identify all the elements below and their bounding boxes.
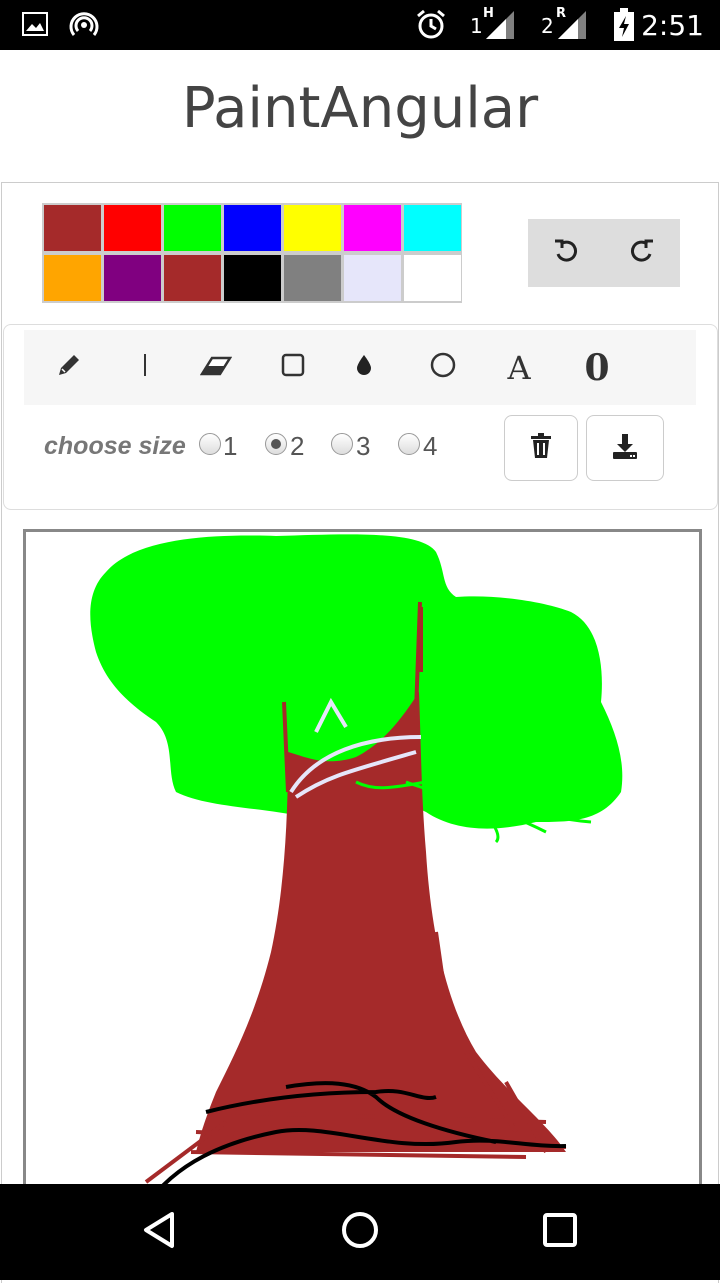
size-label: choose size [44,432,186,460]
circle-icon [429,351,457,384]
app-title: PaintAngular [181,76,539,141]
battery-charging-icon [613,8,635,47]
navigation-bar [0,1184,720,1280]
home-button[interactable] [320,1204,400,1260]
ellipse-tool[interactable]: 0 [565,330,629,405]
color-swatch[interactable] [44,205,101,251]
line-icon [142,352,148,383]
app-header: PaintAngular [0,50,720,180]
signal-icon [556,10,588,45]
size-radio-4[interactable] [398,433,420,455]
size-radio-2[interactable] [265,433,287,455]
signal-icon [484,10,516,45]
color-swatch[interactable] [104,205,161,251]
drawing-canvas[interactable] [23,529,702,1209]
size-option-label: 4 [423,431,438,461]
color-swatch[interactable] [344,205,401,251]
redo-icon [628,237,656,270]
alarm-icon [415,8,447,45]
size-radio-3[interactable] [331,433,353,455]
fill-icon [355,353,373,382]
recents-button[interactable] [520,1204,600,1260]
back-button[interactable] [120,1204,200,1260]
color-swatch[interactable] [164,255,221,301]
status-bar: 1 H 2 R 2:51 [0,0,720,50]
rectangle-icon [281,353,305,382]
pencil-icon [56,352,82,383]
hotspot-icon [68,9,100,46]
color-swatch[interactable] [284,205,341,251]
back-icon [140,1210,180,1255]
undo-icon [552,237,580,270]
text-tool[interactable]: A [487,330,551,405]
color-swatch[interactable] [164,205,221,251]
line-tool[interactable] [113,330,177,405]
download-button[interactable] [586,415,664,481]
tool-bar: A 0 [24,330,696,405]
pencil-tool[interactable] [37,330,101,405]
tree-drawing [90,534,623,1206]
home-icon [340,1210,380,1255]
eraser-tool[interactable] [184,330,248,405]
size-option-label: 3 [356,431,371,461]
size-option-label: 1 [223,431,238,461]
eraser-icon [199,354,233,381]
circle-tool[interactable] [411,330,475,405]
undo-button[interactable] [528,219,604,287]
redo-button[interactable] [604,219,680,287]
fill-tool[interactable] [332,330,396,405]
color-swatch[interactable] [404,255,461,301]
color-swatch[interactable] [44,255,101,301]
sim1-number: 1 [470,14,483,38]
color-swatch[interactable] [224,255,281,301]
history-controls [528,219,680,287]
size-radio-1[interactable] [199,433,221,455]
color-swatch[interactable] [284,255,341,301]
download-icon [611,432,639,465]
color-swatch[interactable] [404,205,461,251]
sim2-number: 2 [541,14,554,38]
color-palette [42,203,462,303]
trash-icon [530,432,552,464]
rectangle-tool[interactable] [261,330,325,405]
gallery-icon [22,12,48,41]
recents-icon [542,1212,578,1253]
clock: 2:51 [641,9,704,42]
color-swatch[interactable] [104,255,161,301]
color-swatch[interactable] [344,255,401,301]
color-swatch[interactable] [224,205,281,251]
clear-button[interactable] [504,415,578,481]
size-option-label: 2 [290,431,305,461]
